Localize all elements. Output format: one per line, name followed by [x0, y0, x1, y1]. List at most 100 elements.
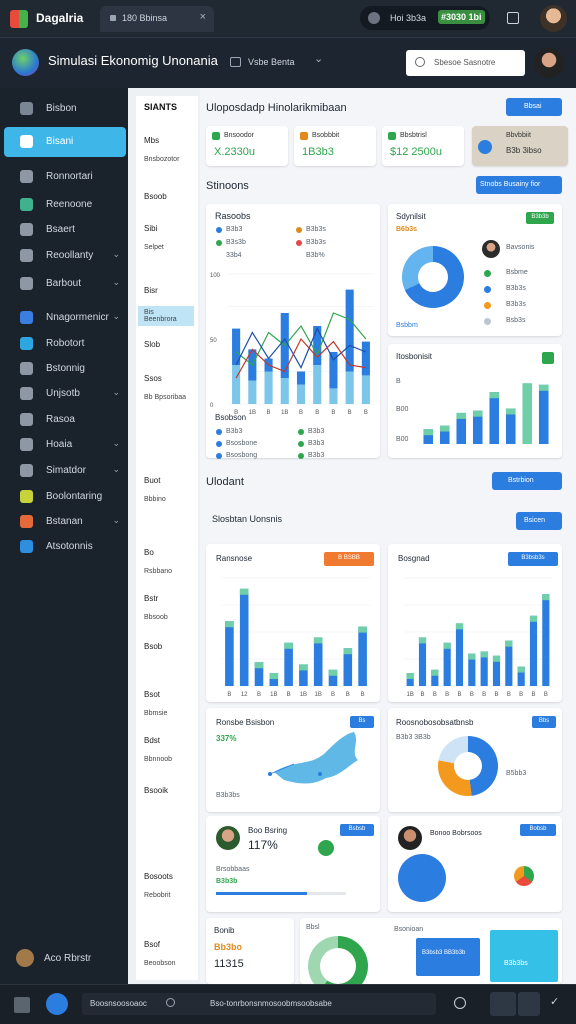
- subnav-heading[interactable]: Bsob: [144, 642, 162, 651]
- subnav-item[interactable]: Selpet: [144, 244, 164, 251]
- sidebar-footer[interactable]: Aco Rbrstr: [16, 948, 126, 970]
- subnav-heading[interactable]: Bdst: [144, 736, 160, 745]
- bar-cap: [343, 648, 353, 655]
- stat-card-3[interactable]: Bbsbtrisl $12 2500u: [382, 126, 464, 166]
- subnav-heading[interactable]: Bsot: [144, 690, 160, 699]
- sidebar-item-15[interactable]: Boolontaring: [4, 484, 126, 510]
- sidebar-item-8[interactable]: Nnagormenicr ⌄: [4, 305, 126, 331]
- bottom-box-2[interactable]: B3b3bs: [490, 930, 558, 982]
- subnav-item[interactable]: Bnsbozotor: [144, 156, 179, 163]
- bar-card-1-badge: [542, 352, 554, 364]
- start-icon[interactable]: [14, 997, 30, 1013]
- donut-badge[interactable]: B3b3b: [526, 212, 554, 224]
- section1-button-label: Stnobs Busainy fior: [480, 181, 541, 188]
- subnav-heading[interactable]: Mbs: [144, 136, 159, 145]
- app-name: Dagalria: [36, 11, 84, 25]
- window-icon[interactable]: [507, 12, 519, 24]
- sidebar-item-2[interactable]: Bisani: [4, 127, 126, 157]
- stat-card-2[interactable]: Bsobbbit 1B3b3: [294, 126, 376, 166]
- section3-button[interactable]: Bsicen: [516, 512, 562, 530]
- stat-label: Bbvbbiit: [506, 132, 531, 139]
- bar-cap: [505, 640, 513, 647]
- bar-cap: [358, 626, 367, 633]
- sidebar-item-10[interactable]: Bstonnig: [4, 356, 126, 382]
- topbar-status-pill[interactable]: Hoi 3b3a #3030 1bi: [360, 6, 490, 30]
- filter-label[interactable]: Vsbe Benta: [248, 57, 295, 67]
- chevron-down-icon[interactable]: ⌄: [314, 52, 323, 65]
- subnav-heading[interactable]: Bsoob: [144, 192, 167, 201]
- x-tick-label: B: [494, 692, 498, 698]
- refresh-icon[interactable]: [454, 997, 466, 1009]
- section1-button[interactable]: Stnobs Busainy fior: [476, 176, 562, 194]
- subnav-item[interactable]: Bb Bpsoribaa: [144, 394, 186, 401]
- profile-avatar[interactable]: [534, 48, 564, 78]
- subnav-item[interactable]: Rsbbano: [144, 568, 172, 575]
- sidebar-item-6[interactable]: Reoollanty ⌄: [4, 243, 126, 269]
- bar-card-3-badge[interactable]: B3bsb3s: [508, 552, 558, 566]
- layout-icon[interactable]: [490, 992, 516, 1016]
- view-icon[interactable]: [518, 992, 540, 1016]
- subnav-item[interactable]: Bbmsie: [144, 710, 167, 717]
- section2-button[interactable]: Bstrbion: [492, 472, 562, 490]
- subnav-item[interactable]: Bbbino: [144, 496, 166, 503]
- stat-card-1[interactable]: Bnsoodor X.2330u: [206, 126, 288, 166]
- target-icon: [20, 277, 33, 290]
- donut-card-2-badge[interactable]: Bbs: [532, 716, 556, 728]
- profile-2-badge[interactable]: Bobsb: [520, 824, 556, 836]
- bar-card-2-badge[interactable]: B BSBB: [324, 552, 374, 566]
- bottom-box-1[interactable]: B3bsb3 BB3b3b: [416, 938, 480, 976]
- subnav-heading[interactable]: Bo: [144, 548, 154, 557]
- subnav-item[interactable]: Rebobrit: [144, 892, 170, 899]
- taskbar-search-input[interactable]: Boosnsoosoaoc Bso-tonrbonsnmosoobmsoobsa…: [82, 993, 436, 1015]
- overview-button[interactable]: Bbsai: [506, 98, 562, 116]
- sidebar-item-7[interactable]: Barbout ⌄: [4, 271, 126, 297]
- subnav-heading[interactable]: Bosoots: [144, 872, 173, 881]
- donut-card: Sdynilsit B6b3s B3b3b Bavsonis Bsbme B3b3…: [388, 204, 562, 336]
- subnav-heading[interactable]: Slob: [144, 340, 160, 349]
- subnav-heading[interactable]: Bsof: [144, 940, 160, 949]
- assistant-icon[interactable]: [46, 993, 68, 1015]
- check-icon[interactable]: ✓: [550, 995, 559, 1008]
- subnav-heading[interactable]: Bstr: [144, 594, 158, 603]
- app-header: Simulasi Ekonomig Unonania Vsbe Benta ⌄ …: [0, 38, 576, 88]
- bar-cap: [522, 383, 533, 390]
- chevron-down-icon: ⌄: [112, 387, 120, 397]
- donut-subtitle: B6b3s: [396, 226, 418, 233]
- subnav-item[interactable]: Bbsoob: [144, 614, 168, 621]
- bar: [529, 615, 538, 686]
- sidebar-item-12[interactable]: Rasoa: [4, 407, 126, 433]
- sidebar-item-label: Unjsotb: [46, 388, 80, 399]
- sidebar-item-13[interactable]: Hoaia ⌄: [4, 432, 126, 458]
- subnav-heading[interactable]: Bisr: [144, 286, 158, 295]
- donut-person-avatar: [482, 240, 500, 258]
- stat-card-4[interactable]: Bbvbbiit B3b 3ibso: [472, 126, 568, 166]
- subnav-heading[interactable]: Buot: [144, 476, 160, 485]
- sidebar-item-11[interactable]: Unjsotb ⌄: [4, 381, 126, 407]
- subnav-heading[interactable]: Sibi: [144, 224, 157, 233]
- subnav-item[interactable]: Bis Beenbrora: [138, 306, 194, 326]
- search-input[interactable]: Sbesoe Sasnotre: [406, 50, 525, 76]
- sidebar-item-1[interactable]: Bisbon: [4, 96, 126, 122]
- globe-logo-icon: [12, 49, 39, 76]
- subnav-item[interactable]: Bbnnoob: [144, 756, 172, 763]
- browser-tab[interactable]: 180 Bbinsa ×: [100, 6, 214, 32]
- bar-card-3-title: Bosgnad: [398, 554, 430, 563]
- team-icon: [20, 540, 33, 553]
- tab-close-icon[interactable]: ×: [200, 11, 206, 23]
- chevron-down-icon: ⌄: [112, 311, 120, 321]
- sidebar-item-4[interactable]: Reenoone: [4, 192, 126, 218]
- sidebar-item-17[interactable]: Atsotonnis: [4, 534, 126, 560]
- bar: [522, 383, 533, 444]
- bar-cap: [472, 410, 483, 417]
- sidebar-item-9[interactable]: Robotort: [4, 331, 126, 357]
- filter-icon[interactable]: [230, 57, 241, 67]
- sidebar-item-16[interactable]: Bstanan ⌄: [4, 509, 126, 535]
- user-avatar[interactable]: [540, 5, 567, 32]
- profile-1-badge[interactable]: Bsbsb: [340, 824, 374, 836]
- sidebar-item-14[interactable]: Simatdor ⌄: [4, 458, 126, 484]
- sidebar-item-3[interactable]: Ronnortari: [4, 164, 126, 190]
- subnav-item[interactable]: Beoobson: [144, 960, 176, 967]
- subnav-heading[interactable]: Bsooik: [144, 786, 168, 795]
- sidebar-item-5[interactable]: Bsaert: [4, 217, 126, 243]
- subnav-heading[interactable]: Ssos: [144, 374, 162, 383]
